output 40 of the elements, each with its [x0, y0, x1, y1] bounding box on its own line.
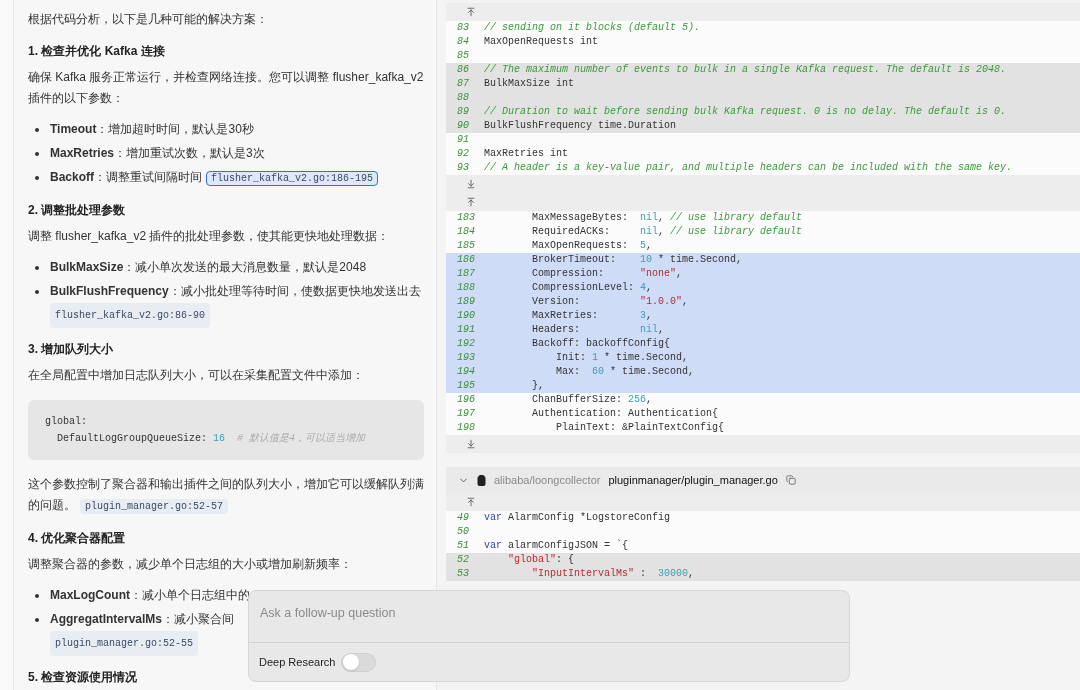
code-reference-link[interactable]: plugin_manager.go:52-55: [50, 631, 199, 656]
repository-icon: [477, 474, 486, 486]
paragraph: 这个参数控制了聚合器和输出插件之间的队列大小，增加它可以缓解队列满的问题。 plugin_manager.go:52-57: [28, 476, 424, 516]
code-reference-link[interactable]: flusher_kafka_v2.go:86-90: [50, 303, 211, 328]
code-reference-link[interactable]: flusher_kafka_v2.go:186-195: [206, 171, 379, 186]
list-item-text: Timeout：增加超时时间，默认是30秒: [50, 121, 254, 138]
paragraph: 调整聚合器的参数，减少单个日志组的大小或增加刷新频率：: [28, 556, 353, 573]
deep-research-toggle[interactable]: [341, 652, 377, 672]
expand-down-icon[interactable]: [466, 439, 476, 449]
file-path[interactable]: pluginmanager/plugin_manager.go: [608, 471, 778, 489]
bullet-icon: [35, 618, 39, 622]
section-heading: 2. 调整批处理参数: [28, 202, 127, 219]
repository-name: alibaba/loongcollector: [494, 472, 601, 488]
expand-up-icon[interactable]: [466, 7, 476, 17]
list-item-text: BulkFlushFrequency：减小批处理等待时间，使数据更快地发送出去 flusher_kafka_v2.go:86-90: [50, 281, 421, 328]
bullet-icon: [35, 290, 39, 294]
follow-up-field[interactable]: Ask a follow-up question: [260, 604, 838, 623]
bullet-icon: [35, 594, 39, 598]
list-item-text: MaxRetries：增加重试次数，默认是3次: [50, 145, 265, 162]
expand-up-icon[interactable]: [466, 197, 476, 207]
paragraph: 根据代码分析，以下是几种可能的解决方案：: [28, 11, 269, 28]
list-item-text: AggregatIntervalMs：减小聚合间 plugin_manager.go:52-55: [50, 609, 235, 656]
paragraph: 确保 Kafka 服务正常运行，并检查网络连接。您可以调整 flusher_kafka_v2 插件的以下参数：: [28, 69, 424, 107]
section-heading: 3. 增加队列大小: [28, 341, 115, 358]
expand-down-icon[interactable]: [466, 179, 476, 189]
bullet-icon: [35, 176, 39, 180]
bullet-icon: [35, 128, 39, 132]
list-item-text: BulkMaxSize：减小单次发送的最大消息数量，默认是2048: [50, 259, 367, 276]
bullet-icon: [35, 266, 39, 270]
section-heading: 1. 检查并优化 Kafka 连接: [28, 43, 166, 60]
expand-up-icon[interactable]: [466, 497, 476, 507]
section-heading: 4. 优化聚合器配置: [28, 530, 127, 547]
list-item-text: Backoff：调整重试间隔时间 flusher_kafka_v2.go:186-195: [50, 167, 379, 189]
copy-icon[interactable]: [785, 475, 796, 485]
bullet-icon: [35, 152, 39, 156]
paragraph: 在全局配置中增加日志队列大小，可以在采集配置文件中添加：: [28, 367, 365, 384]
deep-research-label: Deep Research: [259, 654, 336, 670]
section-heading: 5. 检查资源使用情况: [28, 669, 139, 686]
code-reference-link[interactable]: plugin_manager.go:52-57: [80, 499, 229, 514]
paragraph: 调整 flusher_kafka_v2 插件的批处理参数，使其能更快地处理数据：: [28, 228, 391, 245]
